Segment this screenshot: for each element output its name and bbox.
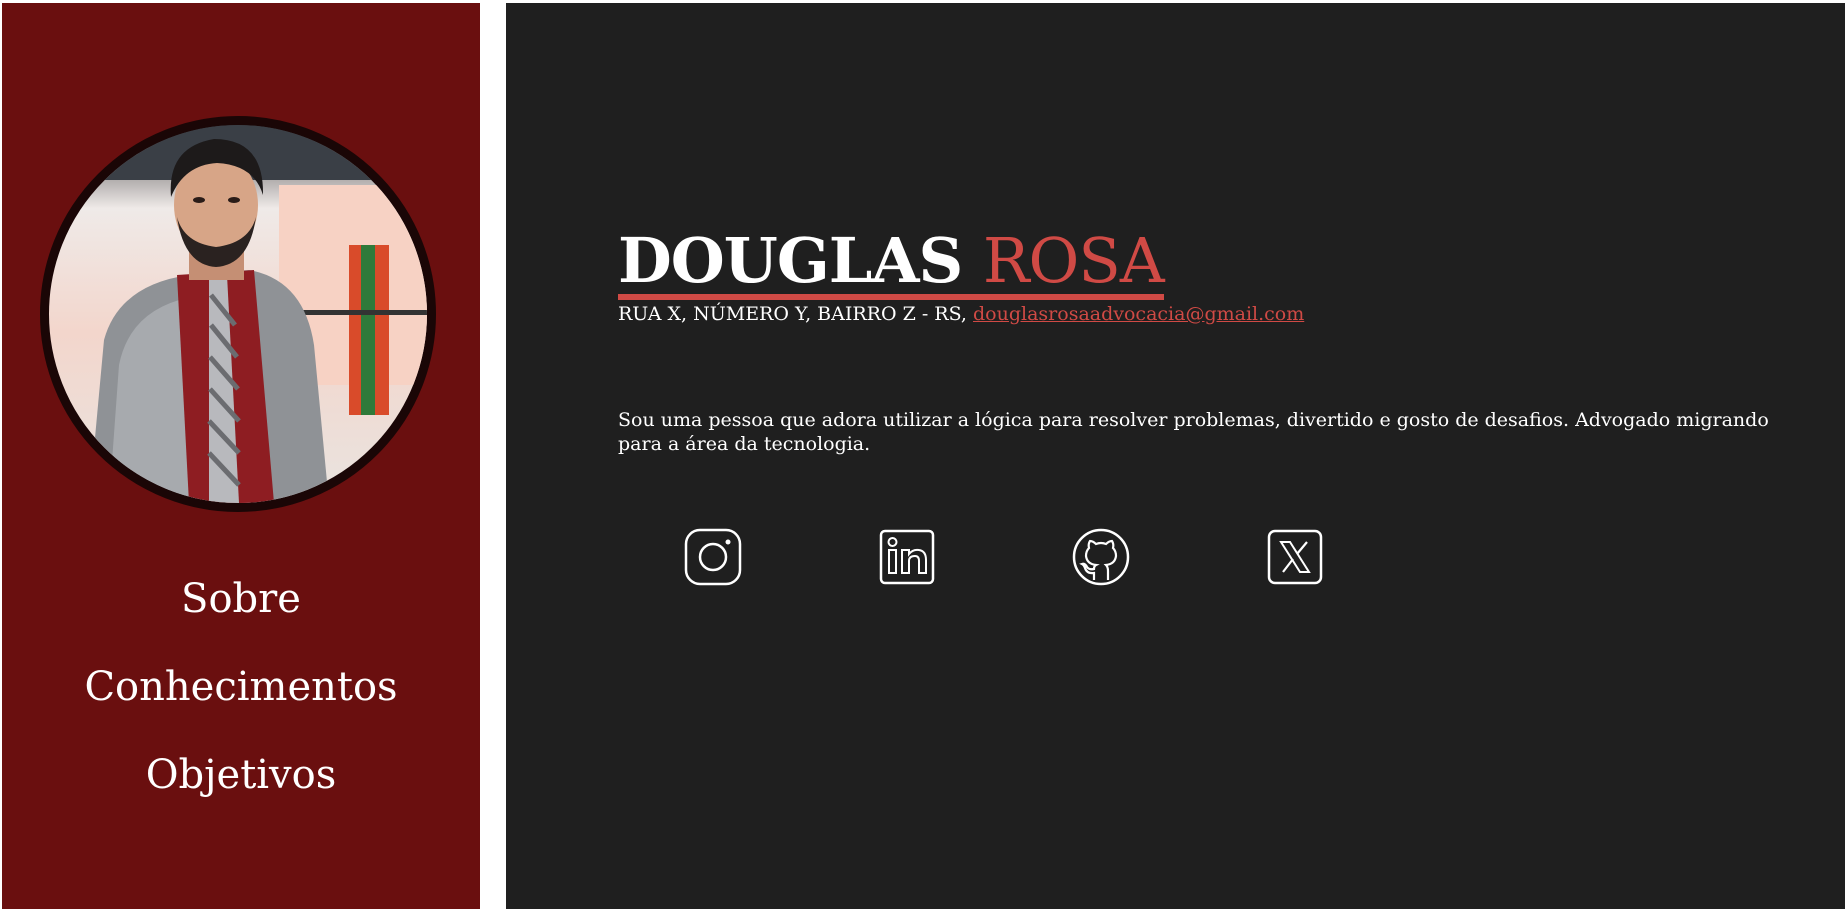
avatar: [40, 116, 436, 512]
email-link[interactable]: douglasrosaadvocacia@gmail.com: [973, 303, 1304, 325]
linkedin-icon: [879, 529, 935, 585]
nav-item-sobre[interactable]: Sobre: [2, 555, 480, 643]
sidebar: Sobre Conhecimentos Objetivos: [2, 3, 480, 909]
bio: Sou uma pessoa que adora utilizar a lógi…: [618, 409, 1769, 455]
nav-item-conhecimentos[interactable]: Conhecimentos: [2, 643, 480, 731]
nav-item-objetivos[interactable]: Objetivos: [2, 731, 480, 819]
main-content: DOUGLAS ROSA RUA X, NÚMERO Y, BAIRRO Z -…: [506, 3, 1845, 909]
linkedin-link[interactable]: [878, 528, 936, 586]
x-twitter-link[interactable]: [1266, 528, 1324, 586]
last-name: ROSA: [982, 224, 1165, 297]
page-title: DOUGLAS ROSA: [618, 228, 1165, 300]
instagram-link[interactable]: [684, 528, 742, 586]
contact-line: RUA X, NÚMERO Y, BAIRRO Z - RS, douglasr…: [618, 303, 1304, 325]
profile-photo: [49, 125, 427, 503]
x-twitter-icon: [1267, 529, 1323, 585]
github-link[interactable]: [1072, 528, 1130, 586]
address: RUA X, NÚMERO Y, BAIRRO Z - RS,: [618, 303, 967, 325]
first-name: DOUGLAS: [618, 224, 963, 297]
page: Sobre Conhecimentos Objetivos DOUGLAS RO…: [0, 0, 1847, 913]
instagram-icon: [684, 528, 742, 586]
github-icon: [1072, 528, 1130, 586]
sidebar-nav: Sobre Conhecimentos Objetivos: [2, 555, 480, 819]
